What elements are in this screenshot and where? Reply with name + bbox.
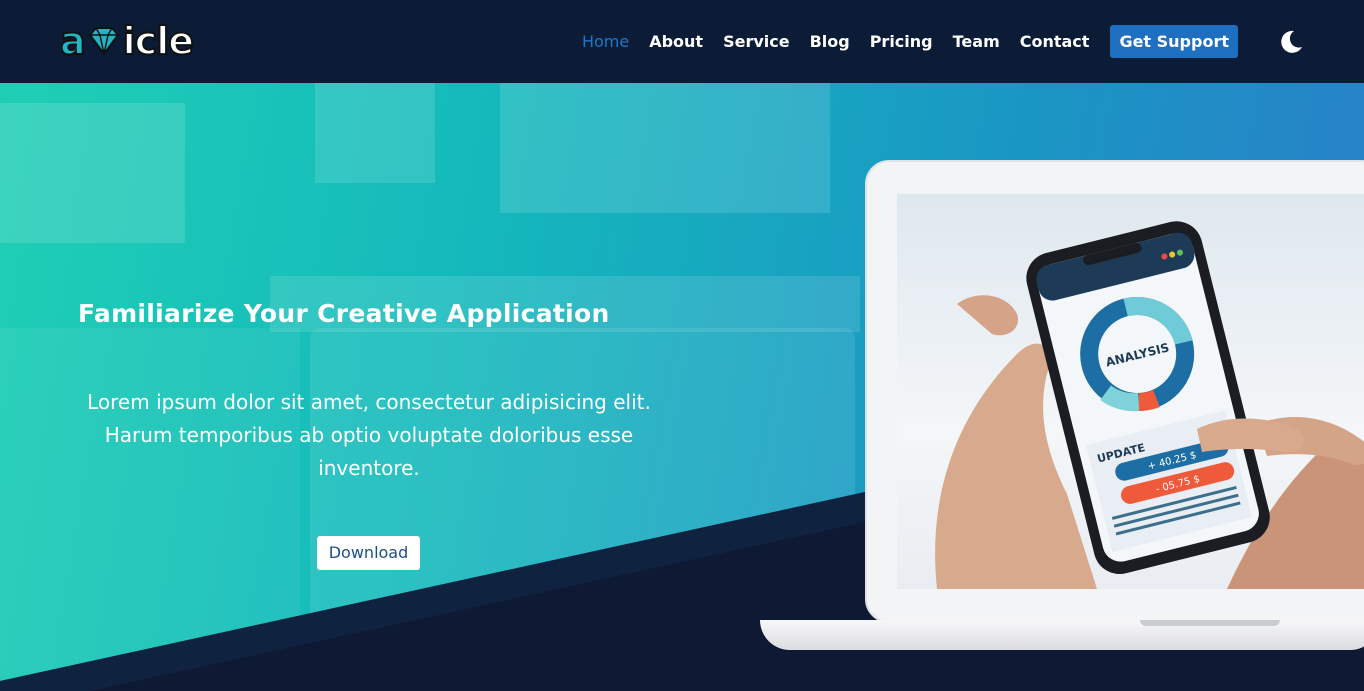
navbar: a icle Home About Service Blog Pricing T… [0, 0, 1364, 83]
nav-item-home[interactable]: Home [582, 32, 629, 51]
nav-item-service[interactable]: Service [723, 32, 790, 51]
laptop-screen: ANALYSIS UPDATE + 40.25 $ - 05.75 $ [897, 194, 1364, 589]
brand-logo[interactable]: a icle [59, 18, 195, 64]
laptop-mockup: ANALYSIS UPDATE + 40.25 $ - 05.75 $ [760, 160, 1364, 660]
logo-letters-rest: icle [122, 18, 195, 64]
hero-title: Familiarize Your Creative Application [78, 299, 610, 328]
nav-item-contact[interactable]: Contact [1020, 32, 1090, 51]
hero-description: Lorem ipsum dolor sit amet, consectetur … [87, 390, 651, 480]
hero-section: Familiarize Your Creative Application Lo… [0, 83, 1364, 691]
moon-icon[interactable] [1278, 29, 1304, 55]
main-nav: Home About Service Blog Pricing Team Con… [582, 0, 1364, 83]
laptop-notch [1140, 620, 1280, 626]
logo-letter-a: a [59, 18, 87, 64]
nav-item-blog[interactable]: Blog [810, 32, 850, 51]
nav-item-team[interactable]: Team [953, 32, 1000, 51]
download-button[interactable]: Download [317, 536, 420, 570]
diamond-icon [88, 27, 119, 56]
get-support-button[interactable]: Get Support [1110, 25, 1238, 58]
nav-item-pricing[interactable]: Pricing [870, 32, 933, 51]
nav-item-about[interactable]: About [649, 32, 703, 51]
phone-in-hand-illustration: ANALYSIS UPDATE + 40.25 $ - 05.75 $ [935, 221, 1364, 589]
